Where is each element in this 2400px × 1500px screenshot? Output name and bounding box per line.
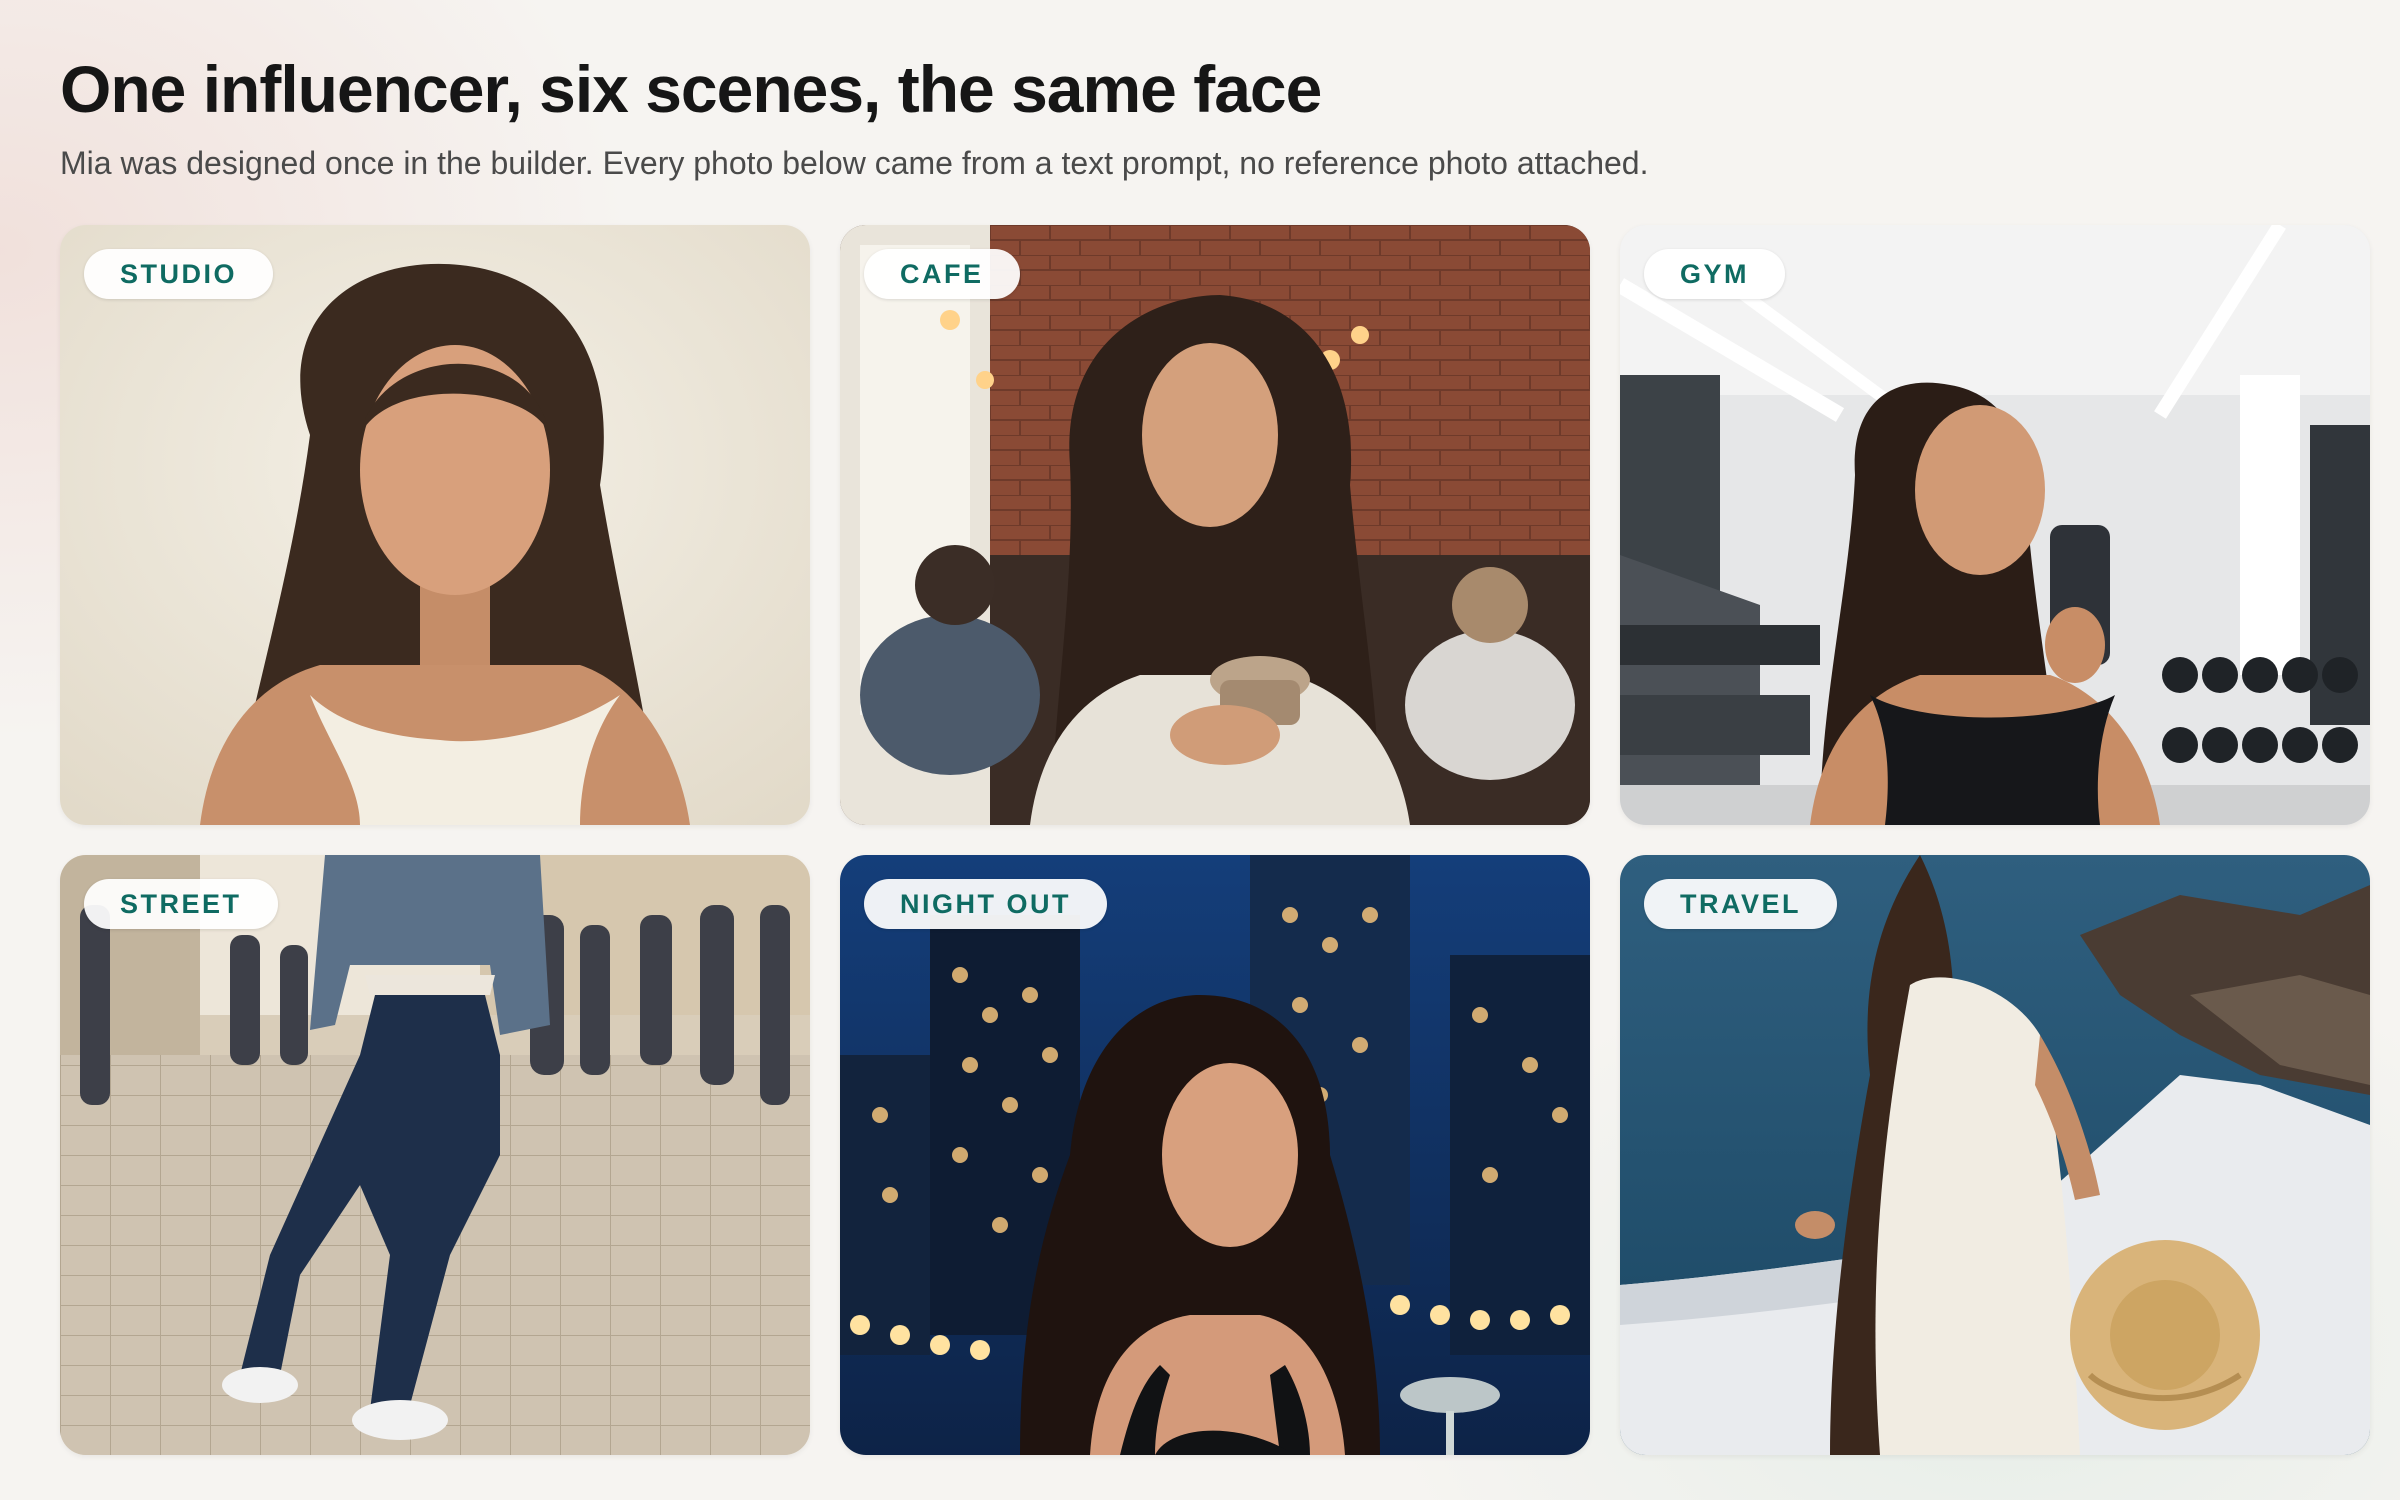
street-photo — [60, 855, 810, 1455]
scene-label: NIGHT OUT — [864, 879, 1107, 929]
scene-label: GYM — [1644, 249, 1786, 299]
cafe-photo — [840, 225, 1590, 825]
scene-card-night-out[interactable]: NIGHT OUT — [840, 855, 1590, 1455]
scene-label: CAFE — [864, 249, 1020, 299]
scene-card-gym[interactable]: GYM — [1620, 225, 2370, 825]
scene-label: STREET — [84, 879, 278, 929]
page-title: One influencer, six scenes, the same fac… — [60, 52, 1322, 126]
scene-card-street[interactable]: STREET — [60, 855, 810, 1455]
scene-card-cafe[interactable]: CAFE — [840, 225, 1590, 825]
travel-photo — [1620, 855, 2370, 1455]
page-subtitle: Mia was designed once in the builder. Ev… — [60, 145, 1649, 181]
gym-photo — [1620, 225, 2370, 825]
scene-card-travel[interactable]: TRAVEL — [1620, 855, 2370, 1455]
night-out-photo — [840, 855, 1590, 1455]
scene-label: TRAVEL — [1644, 879, 1837, 929]
studio-photo — [60, 225, 810, 825]
scene-card-studio[interactable]: STUDIO — [60, 225, 810, 825]
scene-grid: STUDIO CAFE GYM STREET NIGHT OUT TRAVEL — [60, 225, 2370, 1455]
scene-label: STUDIO — [84, 249, 274, 299]
